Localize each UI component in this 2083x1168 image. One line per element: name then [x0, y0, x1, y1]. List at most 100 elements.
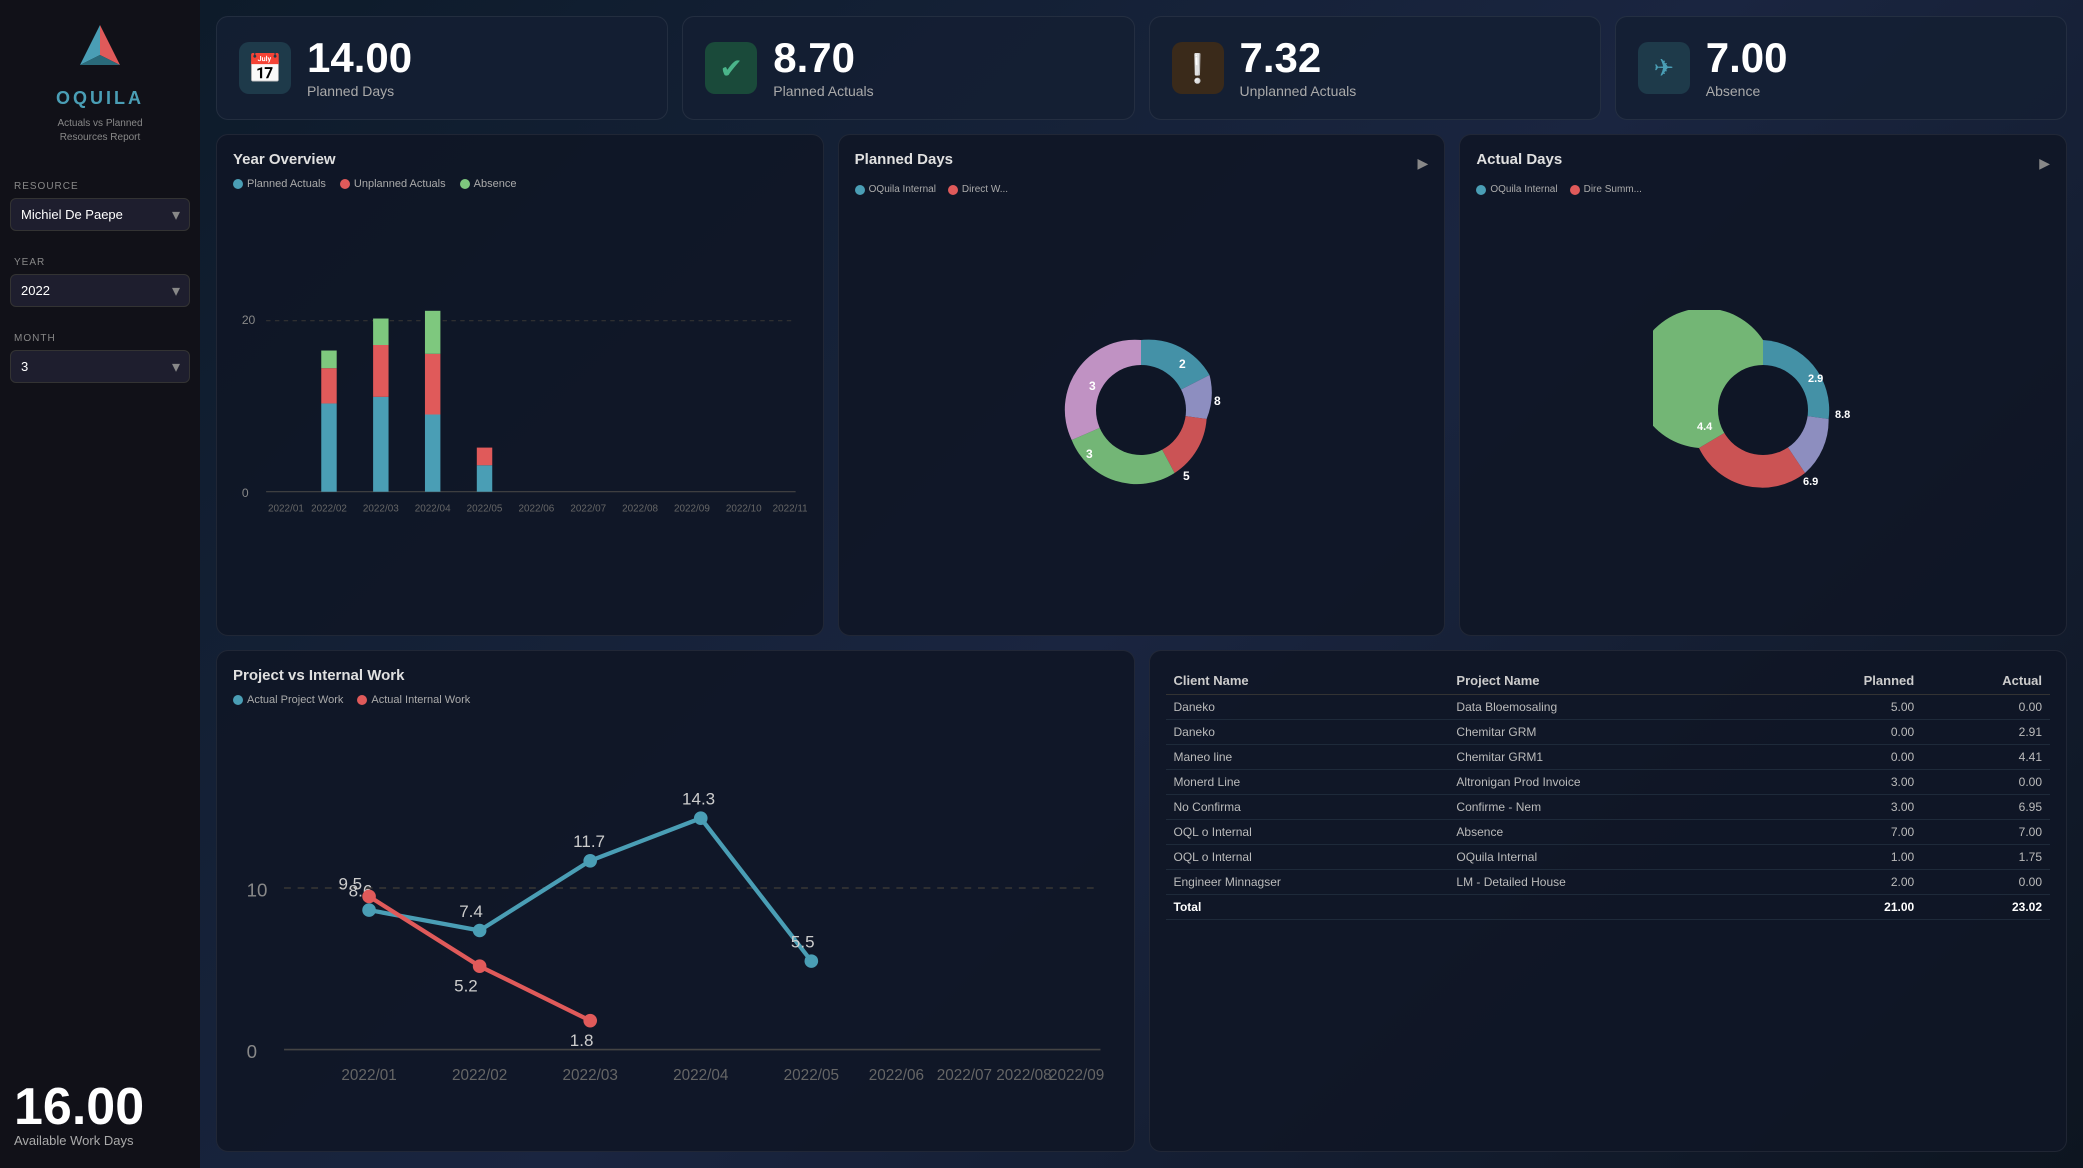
project-table-card: Client Name Project Name Planned Actual …	[1149, 650, 2068, 1152]
month-label: MONTH	[10, 333, 190, 344]
table-row: Monerd Line Altronigan Prod Invoice 3.00…	[1166, 770, 2051, 795]
actual-cell: 2.91	[1922, 720, 2050, 745]
main-content: 📅 14.00 Planned Days ✔ 8.70 Planned Actu…	[200, 0, 2083, 1168]
actual-days-donut-card: Actual Days ▶ OQuila Internal Dire Summ.…	[1459, 134, 2067, 636]
svg-text:2022/03: 2022/03	[563, 1067, 618, 1084]
bar-chart-svg: 20 0 2022/01 2022/02	[233, 210, 807, 619]
svg-text:2022/06: 2022/06	[518, 504, 554, 515]
client-cell: No Confirma	[1166, 795, 1449, 820]
line-chart-svg: 10 0 8.6 7.4 11.7	[233, 726, 1118, 1135]
project-vs-internal-title: Project vs Internal Work	[233, 667, 1118, 684]
svg-text:5.2: 5.2	[454, 977, 478, 996]
planned-days-donut-area: 2 8 5 3 3	[855, 201, 1429, 619]
svg-text:2022/04: 2022/04	[415, 504, 451, 515]
svg-text:2022/10: 2022/10	[726, 504, 762, 515]
resource-select-wrapper[interactable]: Michiel De Paepe	[10, 198, 190, 231]
project-cell: Chemitar GRM1	[1448, 745, 1769, 770]
kpi-row: 📅 14.00 Planned Days ✔ 8.70 Planned Actu…	[216, 16, 2067, 120]
planned-cell: 0.00	[1770, 745, 1923, 770]
svg-text:2022/02: 2022/02	[311, 504, 347, 515]
actual-direct-legend-label: Dire Summ...	[1584, 184, 1642, 195]
svg-text:2022/08: 2022/08	[996, 1067, 1051, 1084]
logo-name: OQUILA	[56, 88, 144, 109]
svg-text:9.5: 9.5	[338, 875, 362, 894]
client-cell: Maneo line	[1166, 745, 1449, 770]
planned-days-donut-legend: OQuila Internal Direct W...	[855, 184, 1429, 195]
checkmark-icon: ✔	[705, 42, 757, 94]
svg-text:3: 3	[1086, 447, 1093, 461]
bar-chart-area: 20 0 2022/01 2022/02	[233, 200, 807, 619]
year-select-wrapper[interactable]: 2022	[10, 274, 190, 307]
year-overview-legend: Planned Actuals Unplanned Actuals Absenc…	[233, 178, 807, 190]
svg-text:10: 10	[247, 879, 268, 900]
actual-oquila-legend-label: OQuila Internal	[1490, 184, 1557, 195]
svg-text:11.7: 11.7	[573, 832, 605, 851]
planned-cell: 0.00	[1770, 720, 1923, 745]
month-select-wrapper[interactable]: 3	[10, 350, 190, 383]
table-row: Daneko Chemitar GRM 0.00 2.91	[1166, 720, 2051, 745]
svg-text:2022/05: 2022/05	[784, 1067, 839, 1084]
project-cell: OQuila Internal	[1448, 845, 1769, 870]
actual-cell: 6.95	[1922, 795, 2050, 820]
svg-text:2022/09: 2022/09	[674, 504, 710, 515]
svg-text:2022/09: 2022/09	[1049, 1067, 1104, 1084]
bottom-row: Project vs Internal Work Actual Project …	[216, 650, 2067, 1152]
actual-days-nav-arrow[interactable]: ▶	[2039, 155, 2050, 172]
planned-header: Planned	[1770, 667, 1923, 695]
year-label: YEAR	[10, 257, 190, 268]
available-days-value: 16.00	[14, 1081, 190, 1133]
planned-days-donut-card: Planned Days ▶ OQuila Internal Direct W.…	[838, 134, 1446, 636]
resource-section: RESOURCE Michiel De Paepe	[10, 181, 190, 231]
svg-text:2.9: 2.9	[1808, 373, 1823, 385]
planned-cell: 7.00	[1770, 820, 1923, 845]
svg-text:2022/07: 2022/07	[570, 504, 606, 515]
svg-text:8: 8	[1214, 394, 1221, 408]
svg-text:2022/06: 2022/06	[869, 1067, 924, 1084]
svg-text:2022/07: 2022/07	[937, 1067, 992, 1084]
actual-days-donut-area: 2.9 8.8 6.9 4.4	[1476, 201, 2050, 619]
planned-days-nav-arrow[interactable]: ▶	[1418, 155, 1429, 172]
actual-days-donut-title: Actual Days	[1476, 151, 1562, 168]
sidebar: OQUILA Actuals vs PlannedResources Repor…	[0, 0, 200, 1168]
svg-text:2022/02: 2022/02	[452, 1067, 507, 1084]
kpi-planned-actuals: ✔ 8.70 Planned Actuals	[682, 16, 1134, 120]
svg-text:0: 0	[247, 1041, 257, 1062]
internal-work-legend-dot	[357, 695, 367, 705]
svg-text:2022/05: 2022/05	[467, 504, 503, 515]
planned-actuals-legend-label: Planned Actuals	[247, 178, 326, 190]
svg-text:1.8: 1.8	[570, 1031, 594, 1050]
oquila-legend-label: OQuila Internal	[869, 184, 936, 195]
month-section: MONTH 3	[10, 333, 190, 383]
unplanned-actuals-legend-dot	[340, 179, 350, 189]
planned-days-value: 14.00	[307, 37, 412, 79]
svg-text:2022/04: 2022/04	[673, 1067, 729, 1084]
year-section: YEAR 2022	[10, 257, 190, 307]
planned-cell: 2.00	[1770, 870, 1923, 895]
svg-text:8.8: 8.8	[1835, 409, 1850, 421]
svg-text:6.9: 6.9	[1803, 476, 1818, 488]
total-planned: 21.00	[1770, 895, 1923, 920]
resource-select[interactable]: Michiel De Paepe	[10, 198, 190, 231]
actual-cell: 0.00	[1922, 870, 2050, 895]
planned-cell: 3.00	[1770, 770, 1923, 795]
project-cell: Altronigan Prod Invoice	[1448, 770, 1769, 795]
calendar-icon: 📅	[239, 42, 291, 94]
direct-legend-label: Direct W...	[962, 184, 1008, 195]
month-select[interactable]: 3	[10, 350, 190, 383]
actual-oquila-legend-dot	[1476, 185, 1486, 195]
actual-direct-legend-dot	[1570, 185, 1580, 195]
table-body: Daneko Data Bloemosaling 5.00 0.00 Danek…	[1166, 695, 2051, 920]
client-cell: OQL o Internal	[1166, 845, 1449, 870]
actual-cell: 1.75	[1922, 845, 2050, 870]
direct-legend-dot	[948, 185, 958, 195]
year-select[interactable]: 2022	[10, 274, 190, 307]
oquila-legend-dot	[855, 185, 865, 195]
client-cell: Daneko	[1166, 695, 1449, 720]
planned-actuals-label: Planned Actuals	[773, 83, 873, 99]
svg-text:5.5: 5.5	[791, 933, 815, 952]
planned-days-donut-title: Planned Days	[855, 151, 953, 168]
svg-text:2022/03: 2022/03	[363, 504, 399, 515]
total-actual: 23.02	[1922, 895, 2050, 920]
project-work-legend-dot	[233, 695, 243, 705]
svg-text:20: 20	[242, 313, 256, 327]
